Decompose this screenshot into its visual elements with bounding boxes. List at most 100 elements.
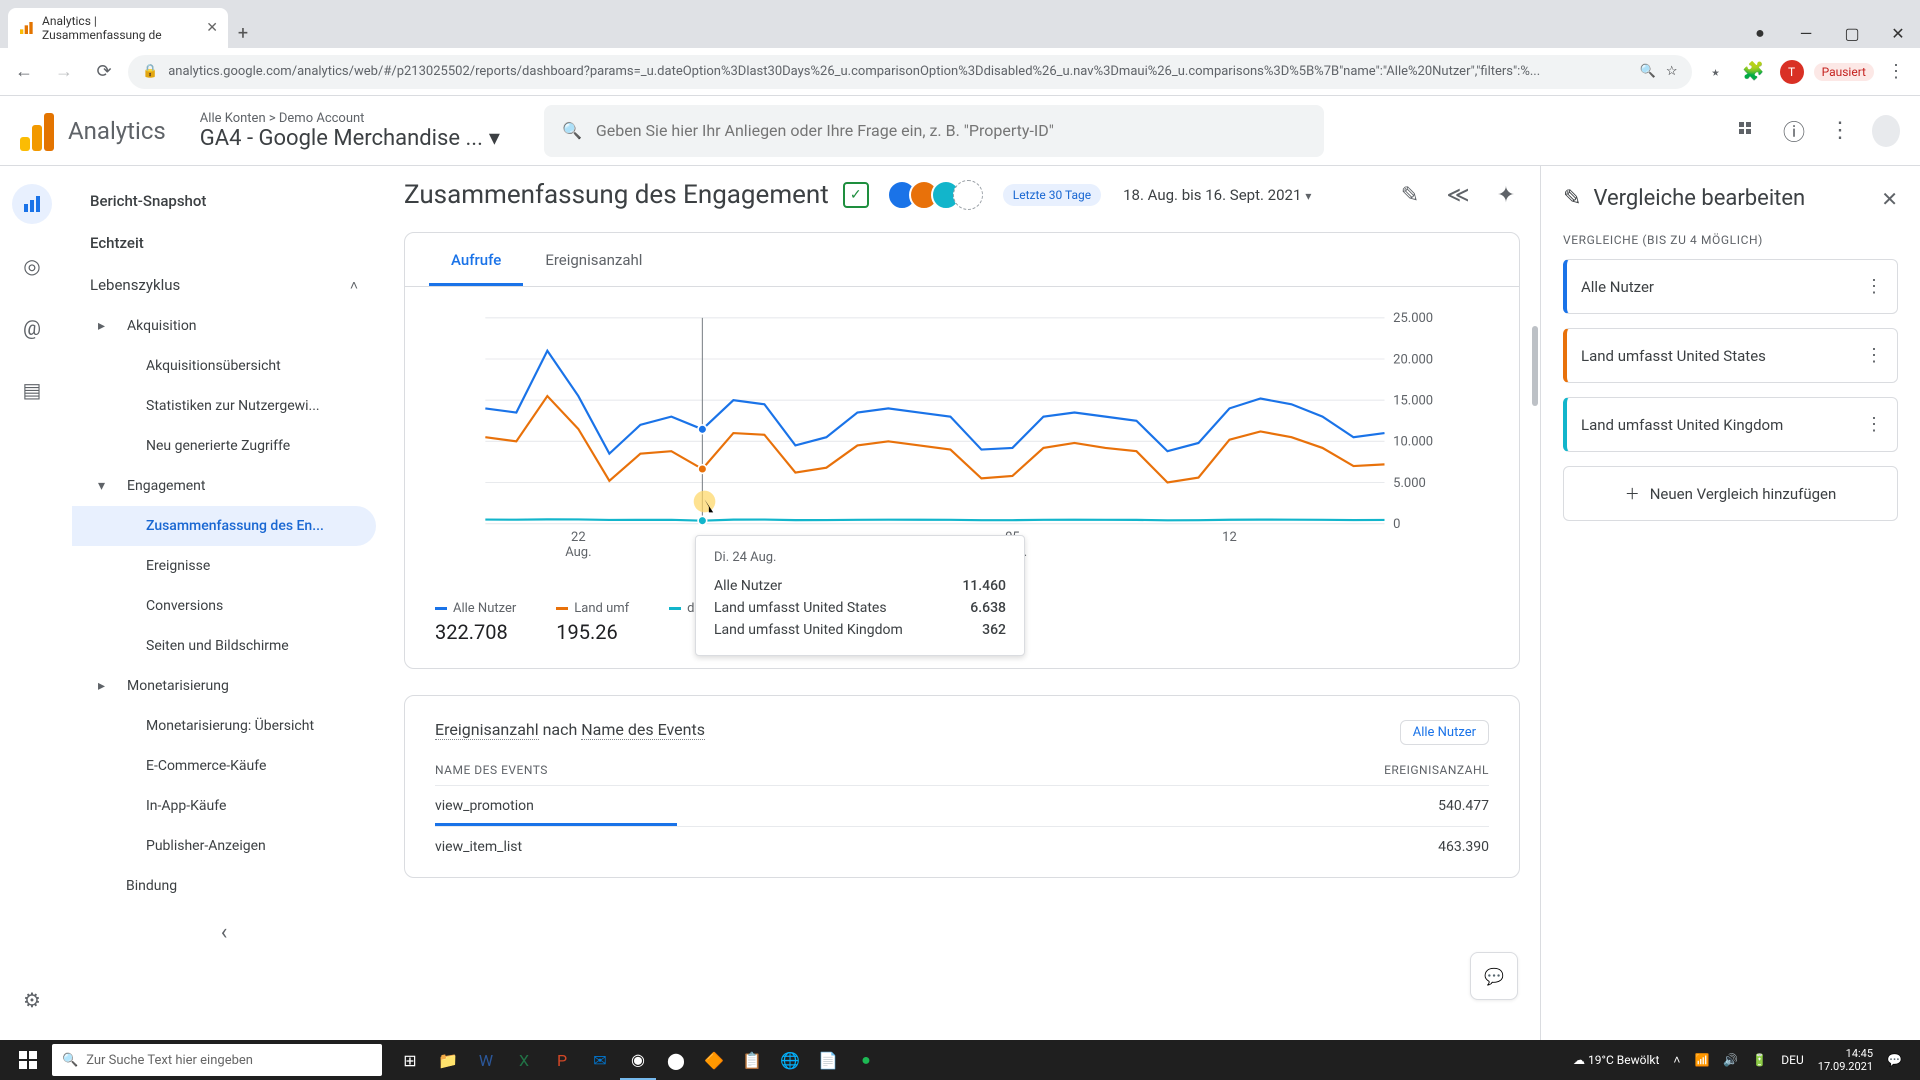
table-row[interactable]: view_promotion540.477 [435,785,1489,826]
search-input[interactable] [596,121,1306,140]
nav-monetization[interactable]: ▸Monetarisierung [72,666,376,706]
kebab-icon[interactable]: ⋮ [1865,276,1883,297]
add-comparison-button[interactable]: ＋Neuen Vergleich hinzufügen [1563,466,1898,521]
tray-battery-icon[interactable]: 🔋 [1752,1053,1767,1067]
nav-inapp[interactable]: In-App-Käufe [72,786,376,826]
profile-paused-badge[interactable]: Pausiert [1814,63,1874,81]
analytics-logo[interactable] [20,111,54,151]
chrome-icon[interactable]: ◉ [620,1040,656,1080]
scrollbar-thumb[interactable] [1532,326,1538,406]
tray-language[interactable]: DEU [1781,1053,1803,1067]
reload-button[interactable]: ⟳ [88,56,120,88]
help-icon[interactable]: ⓘ [1780,117,1808,145]
nav-engagement[interactable]: ▾Engagement [72,466,376,506]
kebab-icon[interactable]: ⋮ [1865,414,1883,435]
rail-admin-icon[interactable]: ⚙ [12,980,52,1020]
tab-close-icon[interactable]: ✕ [206,20,218,36]
profile-avatar[interactable]: T [1776,56,1808,88]
task-view-icon[interactable]: ⊞ [392,1040,428,1080]
kebab-icon[interactable]: ⋮ [1865,345,1883,366]
star-icon[interactable]: ☆ [1666,64,1678,79]
close-panel-button[interactable]: ✕ [1881,187,1898,211]
nav-publisher[interactable]: Publisher-Anzeigen [72,826,376,866]
tray-chevron-icon[interactable]: ˄ [1673,1053,1680,1067]
property-selector[interactable]: GA4 - Google Merchandise ...▾ [200,126,500,151]
url-bar[interactable]: 🔒 analytics.google.com/analytics/web/#/p… [128,55,1692,89]
nav-conversions[interactable]: Conversions [72,586,376,626]
account-dot[interactable]: ● [1738,18,1782,48]
tray-notifications-icon[interactable]: 💬 [1887,1053,1902,1067]
maximize-button[interactable]: ▢ [1830,18,1874,48]
kebab-menu-icon[interactable]: ⋮ [1826,117,1854,145]
weather-widget[interactable]: ☁ 19°C Bewölkt [1573,1053,1659,1067]
nav-report-snapshot[interactable]: Bericht-Snapshot [72,180,376,222]
back-button[interactable]: ← [8,56,40,88]
comparison-card[interactable]: Land umfasst United Kingdom⋮ [1563,397,1898,452]
rail-explore-icon[interactable]: ◎ [12,246,52,286]
insights-icon[interactable]: ✦ [1492,181,1520,209]
nav-acq-new[interactable]: Neu generierte Zugriffe [72,426,376,466]
nav-monet-overview[interactable]: Monetarisierung: Übersicht [72,706,376,746]
date-range-picker[interactable]: 18. Aug. bis 16. Sept. 2021 [1123,186,1311,204]
line-chart[interactable]: 05.00010.00015.00020.00025.00022Aug.05Se… [435,307,1489,567]
close-window-button[interactable]: ✕ [1876,18,1920,48]
share-icon[interactable]: ≪ [1444,181,1472,209]
nav-ecommerce[interactable]: E-Commerce-Käufe [72,746,376,786]
nav-events[interactable]: Ereignisse [72,546,376,586]
start-button[interactable] [8,1040,48,1080]
nav-lifecycle-group[interactable]: Lebenszyklus˄ [72,264,376,306]
breadcrumb[interactable]: Alle Konten > Demo Account [200,111,500,126]
nav-realtime[interactable]: Echtzeit [72,222,376,264]
powerpoint-icon[interactable]: P [544,1040,580,1080]
taskbar-search[interactable]: 🔍Zur Suche Text hier eingeben [52,1044,382,1076]
table-row[interactable]: view_item_list463.390 [435,826,1489,867]
excel-icon[interactable]: X [506,1040,542,1080]
app-search[interactable]: 🔍 [544,105,1324,157]
chip-add[interactable] [953,180,983,210]
verified-badge-icon[interactable]: ✓ [843,182,869,208]
comparison-card[interactable]: Land umfasst United States⋮ [1563,328,1898,383]
comparison-card[interactable]: Alle Nutzer⋮ [1563,259,1898,314]
nav-acq-stats[interactable]: Statistiken zur Nutzergewi... [72,386,376,426]
forward-button[interactable]: → [48,56,80,88]
browser-tab[interactable]: Analytics | Zusammenfassung de ✕ [8,8,228,48]
mail-icon[interactable]: ✉ [582,1040,618,1080]
feedback-button[interactable]: 💬 [1470,952,1518,1000]
nav-acq-overview[interactable]: Akquisitionsübersicht [72,346,376,386]
extensions-icon[interactable]: 🧩 [1738,56,1770,88]
nav-retention[interactable]: Bindung [72,866,376,906]
tray-network-icon[interactable]: 📶 [1694,1053,1709,1067]
notepad-icon[interactable]: 📄 [810,1040,846,1080]
app-icon-2[interactable]: 📋 [734,1040,770,1080]
tray-volume-icon[interactable]: 🔊 [1723,1053,1738,1067]
translate-icon[interactable]: ⭑ [1700,56,1732,88]
segment-pill[interactable]: Alle Nutzer [1400,720,1489,745]
obs-icon[interactable]: ⬤ [658,1040,694,1080]
tab-event-count[interactable]: Ereignisanzahl [523,233,664,286]
rail-configure-icon[interactable]: ▤ [12,370,52,410]
nav-engagement-summary[interactable]: Zusammenfassung des En... [72,506,376,546]
customize-icon[interactable]: ✎ [1396,181,1424,209]
zoom-icon[interactable]: 🔍 [1640,64,1656,79]
word-icon[interactable]: W [468,1040,504,1080]
spotify-icon[interactable]: ● [848,1040,884,1080]
collapse-sidebar-button[interactable]: ‹ [72,910,376,955]
nav-pages[interactable]: Seiten und Bildschirme [72,626,376,666]
explorer-icon[interactable]: 📁 [430,1040,466,1080]
rail-advertising-icon[interactable]: @ [12,308,52,348]
user-avatar[interactable] [1872,117,1900,145]
app-icon-1[interactable]: 🔶 [696,1040,732,1080]
rail-reports-icon[interactable] [12,184,52,224]
nav-acquisition[interactable]: ▸Akquisition [72,306,376,346]
tab-views[interactable]: Aufrufe [429,233,523,286]
tray-clock[interactable]: 14:4517.09.2021 [1818,1047,1873,1073]
chevron-down-icon: ▾ [489,126,500,151]
edge-icon[interactable]: 🌐 [772,1040,808,1080]
apps-grid-icon[interactable] [1734,117,1762,145]
browser-menu-icon[interactable]: ⋮ [1880,56,1912,88]
page-header: Zusammenfassung des Engagement ✓ Letzte … [384,166,1540,224]
chart-area[interactable]: 05.00010.00015.00020.00025.00022Aug.05Se… [405,287,1519,601]
date-preset-chip[interactable]: Letzte 30 Tage [1003,184,1101,206]
new-tab-button[interactable]: + [228,18,258,48]
minimize-button[interactable]: — [1784,18,1828,48]
